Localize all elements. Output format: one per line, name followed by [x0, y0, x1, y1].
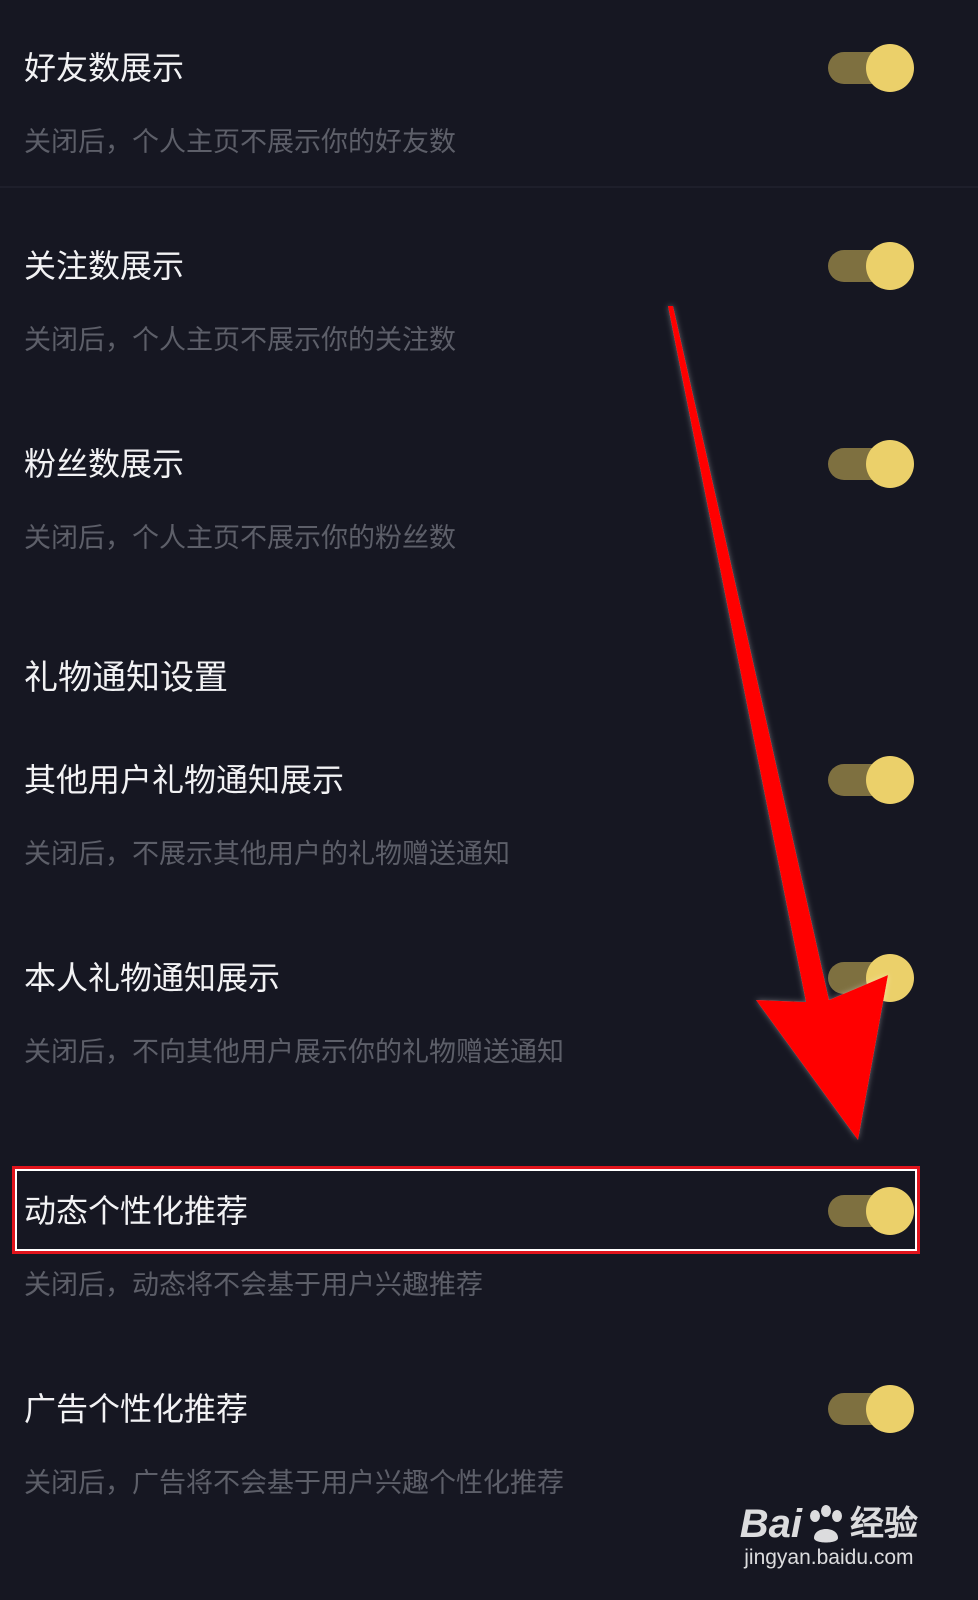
- own-gift-notification-title: 本人礼物通知展示: [24, 959, 281, 997]
- other-gift-notification-title: 其他用户礼物通知展示: [24, 761, 345, 799]
- friends-count-title: 好友数展示: [24, 49, 185, 87]
- own-gift-notification-desc: 关闭后，不向其他用户展示你的礼物赠送通知: [24, 1037, 564, 1068]
- gift-notification-section-header: 礼物通知设置: [24, 658, 228, 698]
- toggle-knob: [866, 954, 914, 1002]
- friends-count-desc: 关闭后，个人主页不展示你的好友数: [24, 127, 456, 158]
- other-gift-notification-toggle[interactable]: [828, 756, 914, 804]
- baidu-paw-icon: [810, 1505, 842, 1543]
- own-gift-notification-toggle[interactable]: [828, 954, 914, 1002]
- following-count-toggle[interactable]: [828, 242, 914, 290]
- following-count-title: 关注数展示: [24, 247, 185, 285]
- baidu-jingyan-watermark: Bai 经验 jingyan.baidu.com: [740, 1502, 918, 1570]
- other-gift-notification-desc: 关闭后，不展示其他用户的礼物赠送通知: [24, 839, 510, 870]
- toggle-knob: [866, 242, 914, 290]
- ad-personalization-desc: 关闭后，广告将不会基于用户兴趣个性化推荐: [24, 1468, 564, 1499]
- ad-personalization-title: 广告个性化推荐: [24, 1390, 249, 1428]
- feed-personalization-toggle[interactable]: [828, 1187, 914, 1235]
- toggle-knob: [866, 1187, 914, 1235]
- fans-count-title: 粉丝数展示: [24, 445, 185, 483]
- divider: [0, 186, 978, 188]
- watermark-url: jingyan.baidu.com: [744, 1546, 914, 1569]
- toggle-knob: [866, 440, 914, 488]
- ad-personalization-toggle[interactable]: [828, 1385, 914, 1433]
- toggle-knob: [866, 44, 914, 92]
- watermark-brand-suffix: 经验: [850, 1504, 918, 1544]
- following-count-desc: 关闭后，个人主页不展示你的关注数: [24, 325, 456, 356]
- toggle-knob: [866, 756, 914, 804]
- watermark-brand: Bai: [739, 1502, 802, 1546]
- fans-count-toggle[interactable]: [828, 440, 914, 488]
- feed-personalization-title: 动态个性化推荐: [24, 1192, 249, 1230]
- privacy-settings-list: 好友数展示 关闭后，个人主页不展示你的好友数 关注数展示 关闭后，个人主页不展示…: [0, 0, 978, 1600]
- fans-count-desc: 关闭后，个人主页不展示你的粉丝数: [24, 523, 456, 554]
- friends-count-toggle[interactable]: [828, 44, 914, 92]
- toggle-knob: [866, 1385, 914, 1433]
- feed-personalization-desc: 关闭后，动态将不会基于用户兴趣推荐: [24, 1270, 483, 1301]
